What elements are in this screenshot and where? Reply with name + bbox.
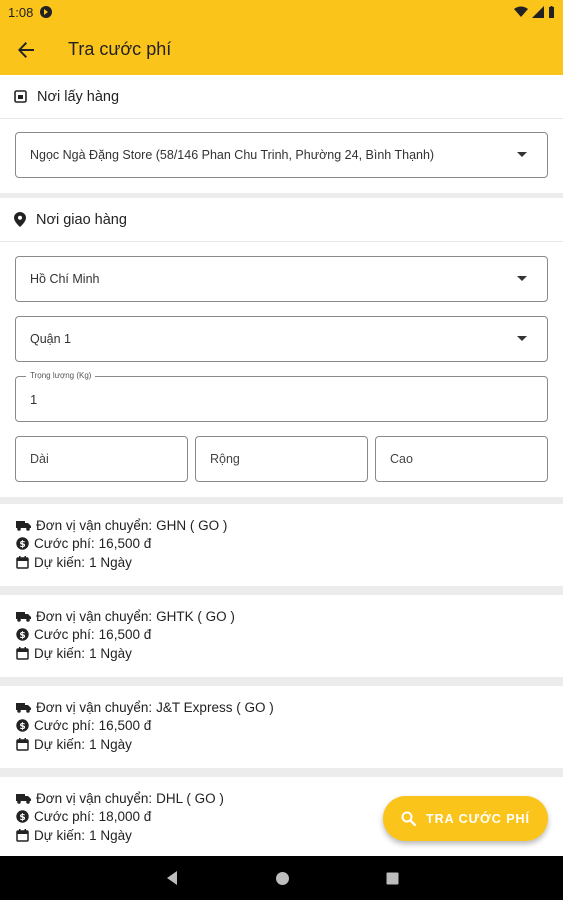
truck-icon [16, 520, 31, 531]
location-pin-icon [14, 212, 26, 227]
fee-label: Cước phí: [34, 809, 95, 825]
fee-value: 16,500 đ [98, 718, 152, 734]
carrier-row: Đơn vị vận chuyển: GHTK ( GO ) [16, 607, 563, 626]
fee-row: $ Cước phí: 16,500 đ [16, 717, 563, 736]
carrier-value: GHN ( GO ) [156, 517, 228, 533]
fee-row: $ Cước phí: 16,500 đ [16, 535, 563, 554]
truck-icon [16, 611, 31, 622]
eta-label: Dự kiến: [34, 554, 86, 570]
battery-icon [549, 6, 554, 18]
eta-value: 1 Ngày [89, 645, 132, 661]
city-select[interactable]: Hồ Chí Minh [15, 256, 548, 302]
city-value: Hồ Chí Minh [30, 272, 100, 286]
weight-field[interactable]: Trọng lượng (Kg) 1 [15, 371, 548, 422]
carrier-value: DHL ( GO ) [156, 790, 224, 806]
truck-icon [16, 793, 31, 804]
carrier-label: Đơn vị vận chuyển: [36, 608, 153, 624]
eta-row: Dự kiến: 1 Ngày [16, 644, 563, 663]
width-field[interactable]: Rộng [195, 436, 368, 482]
fee-value: 16,500 đ [98, 627, 152, 643]
dollar-circle-icon: $ [16, 628, 29, 641]
svg-text:$: $ [19, 631, 25, 641]
district-value: Quận 1 [30, 332, 72, 346]
height-field[interactable]: Cao [375, 436, 548, 482]
fee-label: Cước phí: [34, 536, 95, 552]
dropdown-arrow-icon [517, 336, 527, 341]
length-placeholder: Dài [30, 452, 49, 466]
district-select[interactable]: Quận 1 [15, 316, 548, 362]
delivery-panel: Hồ Chí Minh Quận 1 Trọng lượng (Kg) 1 Dà… [0, 242, 563, 497]
eta-value: 1 Ngày [89, 554, 132, 570]
result-card: Đơn vị vận chuyển: J&T Express ( GO ) $ … [0, 686, 563, 768]
height-placeholder: Cao [390, 452, 413, 466]
check-fee-button[interactable]: TRA CƯỚC PHÍ [383, 796, 548, 841]
pickup-header-label: Nơi lấy hàng [37, 88, 120, 105]
carrier-row: Đơn vị vận chuyển: J&T Express ( GO ) [16, 698, 563, 717]
fee-value: 16,500 đ [98, 536, 152, 552]
svg-text:$: $ [19, 722, 25, 732]
nav-home-icon[interactable] [275, 871, 290, 886]
carrier-label: Đơn vị vận chuyển: [36, 790, 153, 806]
result-card: Đơn vị vận chuyển: GHTK ( GO ) $ Cước ph… [0, 595, 563, 677]
eta-label: Dự kiến: [34, 736, 86, 752]
signal-icon [532, 6, 544, 18]
calendar-icon [16, 737, 29, 751]
back-button[interactable] [0, 24, 52, 75]
fee-row: $ Cước phí: 16,500 đ [16, 626, 563, 645]
calendar-icon [16, 828, 29, 842]
fee-label: Cước phí: [34, 627, 95, 643]
svg-text:$: $ [19, 540, 25, 550]
pickup-panel: Ngọc Ngà Đặng Store (58/146 Phan Chu Tri… [0, 119, 563, 193]
status-bar: 1:08 [0, 0, 563, 24]
truck-icon [16, 702, 31, 713]
width-placeholder: Rộng [210, 452, 240, 466]
carrier-label: Đơn vị vận chuyển: [36, 699, 153, 715]
fee-label: Cước phí: [34, 718, 95, 734]
eta-row: Dự kiến: 1 Ngày [16, 553, 563, 572]
notification-icon [40, 6, 53, 18]
nav-back-icon[interactable] [165, 870, 179, 886]
delivery-section-header: Nơi giao hàng [0, 198, 563, 242]
dropdown-arrow-icon [517, 152, 527, 157]
carrier-row: Đơn vị vận chuyển: GHN ( GO ) [16, 516, 563, 535]
calendar-icon [16, 555, 29, 569]
dollar-circle-icon: $ [16, 810, 29, 823]
store-icon [14, 90, 27, 103]
status-time: 1:08 [8, 4, 34, 20]
eta-label: Dự kiến: [34, 827, 86, 843]
eta-label: Dự kiến: [34, 645, 86, 661]
app-bar: Tra cước phí [0, 24, 563, 75]
weight-label: Trọng lượng (Kg) [26, 371, 96, 380]
calendar-icon [16, 646, 29, 660]
pickup-store-value: Ngọc Ngà Đặng Store (58/146 Phan Chu Tri… [30, 148, 435, 162]
search-icon [401, 811, 416, 826]
eta-value: 1 Ngày [89, 736, 132, 752]
length-field[interactable]: Dài [15, 436, 188, 482]
check-fee-label: TRA CƯỚC PHÍ [425, 811, 531, 826]
pickup-section-header: Nơi lấy hàng [0, 75, 563, 119]
carrier-value: GHTK ( GO ) [156, 608, 235, 624]
arrow-left-icon [18, 41, 34, 58]
result-card: Đơn vị vận chuyển: GHN ( GO ) $ Cước phí… [0, 504, 563, 586]
pickup-store-select[interactable]: Ngọc Ngà Đặng Store (58/146 Phan Chu Tri… [15, 132, 548, 178]
nav-recents-icon[interactable] [386, 872, 399, 885]
delivery-header-label: Nơi giao hàng [36, 211, 127, 228]
carrier-value: J&T Express ( GO ) [156, 699, 274, 715]
dropdown-arrow-icon [517, 276, 527, 281]
eta-value: 1 Ngày [89, 827, 132, 843]
carrier-label: Đơn vị vận chuyển: [36, 517, 153, 533]
svg-text:$: $ [19, 813, 25, 823]
wifi-icon [514, 6, 528, 17]
page-title: Tra cước phí [68, 39, 172, 59]
dollar-circle-icon: $ [16, 537, 29, 550]
dollar-circle-icon: $ [16, 719, 29, 732]
fee-value: 18,000 đ [98, 809, 152, 825]
weight-value: 1 [30, 391, 38, 407]
eta-row: Dự kiến: 1 Ngày [16, 735, 563, 754]
system-nav-bar [0, 856, 563, 900]
